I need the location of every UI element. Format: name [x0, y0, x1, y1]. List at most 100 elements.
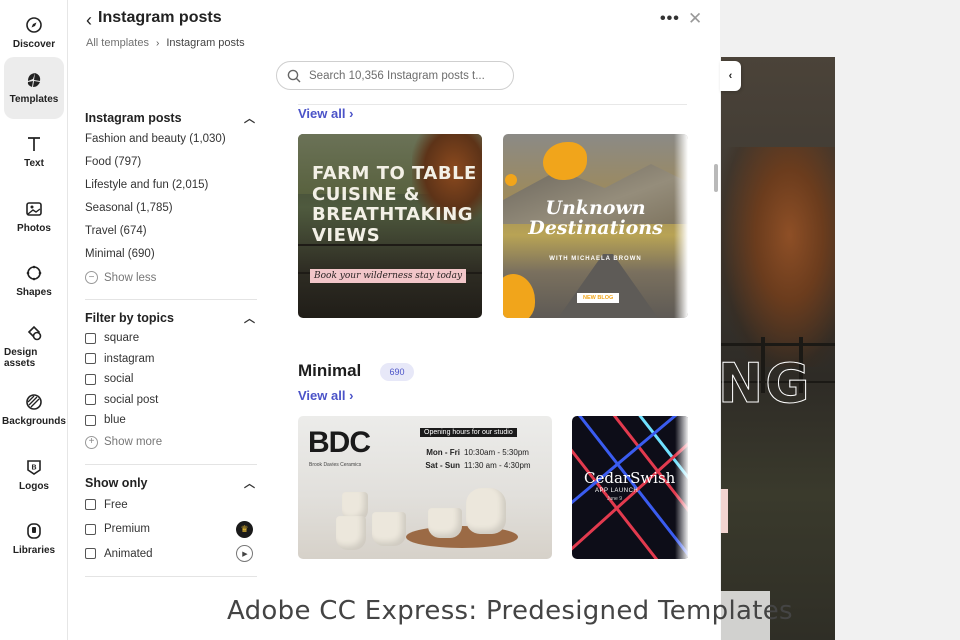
breadcrumb-all-templates[interactable]: All templates [86, 37, 149, 49]
rail-item-text[interactable]: Text [4, 121, 64, 183]
checkbox-label: social post [104, 393, 159, 406]
checkbox[interactable] [85, 499, 96, 511]
show-only-free[interactable]: Free [85, 493, 257, 518]
rail-label: Templates [9, 94, 59, 105]
photo-icon [26, 202, 42, 216]
card-subtitle: APP LAUNCH [595, 488, 639, 494]
topic-checkbox-instagram[interactable]: instagram [85, 349, 257, 370]
search-box[interactable] [276, 61, 514, 90]
hours-days: Mon - Fri [426, 448, 460, 457]
show-more-label: Show more [104, 436, 163, 448]
card-date: June 9 [607, 496, 623, 502]
rail-item-design-assets[interactable]: Design assets [4, 315, 64, 377]
category-link-lifestyle[interactable]: Lifestyle and fun (2,015) [85, 174, 257, 197]
breadcrumb-current: Instagram posts [166, 37, 245, 49]
results-grid: View all › FARM TO TABLE CUISINE & BREAT… [298, 95, 688, 640]
card-sign: NEW BLOG [577, 293, 620, 303]
plus-circle-icon: + [85, 435, 98, 449]
category-link-seasonal[interactable]: Seasonal (1,785) [85, 197, 257, 220]
collapse-panel-button[interactable]: ‹ [720, 61, 741, 91]
filter-header-show-only[interactable]: Show only ︿ [85, 473, 257, 493]
checkbox-label: instagram [104, 352, 155, 365]
left-rail: Discover Templates Text Photos Shapes De… [0, 0, 68, 640]
rail-item-logos[interactable]: B Logos [4, 444, 64, 506]
card-fade [674, 134, 688, 318]
category-link-fashion[interactable]: Fashion and beauty (1,030) [85, 128, 257, 151]
category-link-travel[interactable]: Travel (674) [85, 220, 257, 243]
topic-checkbox-social[interactable]: social [85, 369, 257, 390]
rail-item-discover[interactable]: Discover [4, 2, 64, 64]
card-image [336, 516, 366, 550]
checkbox[interactable] [85, 394, 96, 406]
card-hours-title: Opening hours for our studio [420, 428, 517, 437]
checkbox[interactable] [85, 373, 96, 385]
card-byline: WITH MICHAELA BROWN [549, 256, 642, 262]
checkbox[interactable] [85, 523, 96, 535]
template-card-unknown-destinations[interactable]: Unknown Destinations WITH MICHAELA BROWN… [503, 134, 688, 318]
search-input[interactable] [309, 69, 499, 82]
card-hours: Mon - Fri 10:30am - 5:30pm Sat - Sun 11:30… [412, 446, 531, 472]
checkbox[interactable] [85, 414, 96, 426]
templates-panel: ‹ Instagram posts ••• ✕ All templates › … [68, 0, 720, 640]
checkbox-label: blue [104, 414, 126, 427]
card-headline: CedarSwish [584, 469, 676, 487]
card-headline: FARM TO TABLE CUISINE & BREATHTAKING VIE… [312, 163, 477, 246]
card-tagline: Book your wilderness stay today [310, 269, 467, 283]
checkbox[interactable] [85, 353, 96, 365]
template-card-bdc[interactable]: BDC Brook Davies Ceramics Opening hours … [298, 416, 552, 559]
checkbox[interactable] [85, 332, 96, 344]
topic-checkbox-blue[interactable]: blue [85, 410, 257, 431]
search-icon [287, 69, 301, 82]
show-less-button[interactable]: − Show less [85, 266, 257, 289]
rail-label: Logos [19, 481, 49, 492]
rail-item-photos[interactable]: Photos [4, 186, 64, 248]
logo-icon: B [27, 460, 41, 475]
checkbox-label: Free [104, 498, 128, 511]
card-image [558, 254, 658, 318]
design-assets-icon [27, 325, 42, 340]
show-more-button[interactable]: + Show more [85, 431, 257, 454]
card-logo-text: BDC [308, 426, 371, 459]
view-all-link-minimal[interactable]: View all › [298, 388, 353, 403]
rail-item-templates[interactable]: Templates [4, 57, 64, 119]
rail-item-shapes[interactable]: Shapes [4, 250, 64, 312]
filter-header-category[interactable]: Instagram posts ︿ [85, 108, 257, 128]
rail-label: Photos [17, 223, 51, 234]
category-link-food[interactable]: Food (797) [85, 151, 257, 174]
template-card-farm-to-table[interactable]: FARM TO TABLE CUISINE & BREATHTAKING VIE… [298, 134, 482, 318]
card-image [428, 508, 462, 538]
checkbox[interactable] [85, 548, 96, 560]
rail-item-backgrounds[interactable]: Backgrounds [2, 379, 66, 441]
more-options-button[interactable]: ••• [660, 10, 680, 28]
rail-item-libraries[interactable]: Libraries [4, 508, 64, 570]
checkbox-label: Animated [104, 547, 153, 560]
rail-label: Discover [12, 39, 56, 50]
minus-circle-icon: − [85, 271, 98, 284]
view-all-link[interactable]: View all › [298, 106, 353, 121]
compass-icon [26, 17, 42, 33]
hours-time: 11:30 am - 4:30pm [464, 461, 531, 470]
hours-days: Sat - Sun [425, 461, 460, 470]
view-all-label: View all [298, 106, 346, 121]
filter-header-topics[interactable]: Filter by topics ︿ [85, 308, 257, 328]
design-preview[interactable]: NG [721, 57, 835, 640]
template-card-cedarswish[interactable]: CedarSwish APP LAUNCH June 9 [572, 416, 688, 559]
count-badge: 690 [380, 363, 414, 381]
card-fade [675, 416, 688, 559]
checkbox-label: Premium [104, 523, 151, 536]
filter-heading: Show only [85, 475, 148, 490]
checkbox-label: square [104, 332, 140, 345]
filter-section-show-only: Show only ︿ Free Premium ♛ Animated ▶ [85, 473, 257, 567]
rail-label: Text [24, 158, 44, 169]
show-only-animated[interactable]: Animated ▶ [85, 542, 257, 567]
templates-icon [27, 73, 41, 87]
rail-label: Shapes [16, 287, 52, 298]
scrollbar-thumb[interactable] [714, 164, 718, 192]
category-link-minimal[interactable]: Minimal (690) [85, 243, 257, 266]
card-image [466, 488, 506, 534]
topic-checkbox-social-post[interactable]: social post [85, 390, 257, 411]
show-less-label: Show less [104, 271, 157, 284]
topic-checkbox-square[interactable]: square [85, 328, 257, 349]
show-only-premium[interactable]: Premium ♛ [85, 517, 257, 542]
close-button[interactable]: ✕ [688, 9, 702, 29]
